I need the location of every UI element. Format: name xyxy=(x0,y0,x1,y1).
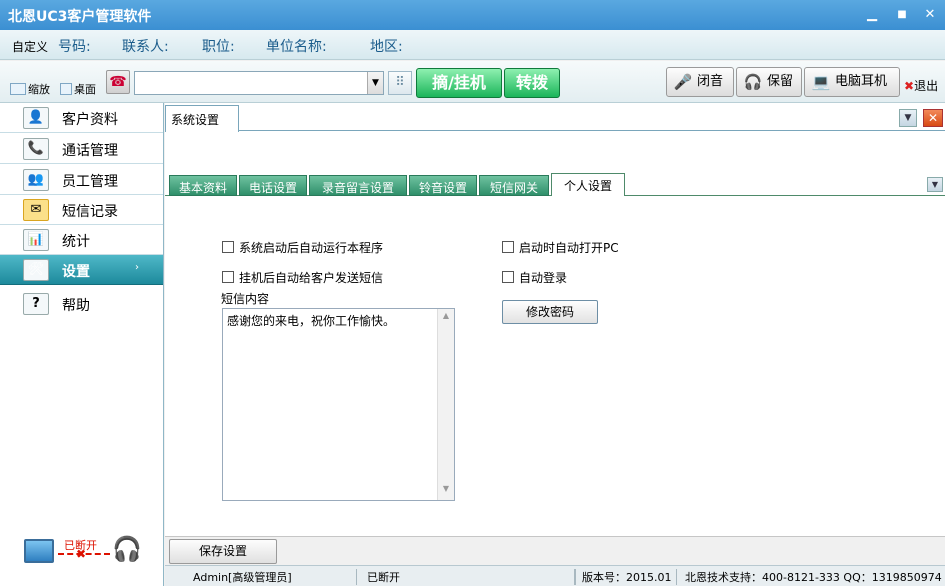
computer-icon xyxy=(24,539,54,563)
status-user: Admin[高级管理员] xyxy=(187,569,357,585)
sidebar-item-label: 短信记录 xyxy=(62,204,118,220)
sidebar-item-label: 客户资料 xyxy=(62,112,118,128)
sidebar-item-settings[interactable]: 🛠 设置 › xyxy=(0,255,163,285)
sms-content-label: 短信内容 xyxy=(221,292,270,306)
hold-button[interactable]: 🎧 保留 xyxy=(736,67,802,97)
sidebar-item-customers[interactable]: 👤 客户资料 xyxy=(0,103,163,133)
headphone-icon: 🎧 xyxy=(743,73,763,91)
phone-icon[interactable]: ☎ xyxy=(106,70,130,94)
desktop-icon xyxy=(60,83,72,95)
settings-tools-icon: 🛠 xyxy=(23,259,49,281)
tab-system-settings[interactable]: 系统设置 xyxy=(165,105,239,132)
tab-recording-settings[interactable]: 录音留言设置 xyxy=(309,175,407,196)
sidebar-item-label: 员工管理 xyxy=(62,174,118,190)
status-support: 北恩技术支持：400-8121-333 QQ：1319850974 xyxy=(685,571,942,584)
tabs-dropdown-icon[interactable]: ▼ xyxy=(927,177,943,192)
headset-icon: 🎧 xyxy=(112,535,142,563)
app-title: 北恩UC3客户管理软件 xyxy=(8,9,152,25)
bar-chart-icon: 📊 xyxy=(23,229,49,251)
scroll-up-icon[interactable]: ▲ xyxy=(439,311,453,325)
tab-phone-settings[interactable]: 电话设置 xyxy=(239,175,307,196)
auto-run-label: 系统启动后自动运行本程序 xyxy=(239,241,384,255)
sms-scrollbar[interactable]: ▲ ▼ xyxy=(437,309,454,500)
auto-login-checkbox[interactable] xyxy=(502,271,514,283)
auto-open-pc-checkbox[interactable] xyxy=(502,241,514,253)
caller-info-bar: 自定义 号码: 联系人: 职位: 单位名称: 地区: xyxy=(0,30,945,60)
save-settings-button[interactable]: 保存设置 xyxy=(169,539,277,564)
status-connection: 已断开 xyxy=(361,569,575,585)
sidebar: 👤 客户资料 📞 通话管理 👥 员工管理 ✉ 短信记录 📊 统计 🛠 设置 › … xyxy=(0,103,164,586)
desktop-toggle[interactable]: 桌面 xyxy=(60,81,96,97)
auto-login-label: 自动登录 xyxy=(519,271,568,285)
exit-button[interactable]: ✖退出 xyxy=(904,77,938,94)
zoom-label: 缩放 xyxy=(28,83,50,96)
change-password-button[interactable]: 修改密码 xyxy=(502,300,598,324)
sms-content-textarea[interactable]: 感谢您的来电，祝你工作愉快。 ▲ ▼ xyxy=(222,308,455,501)
transfer-button[interactable]: 转拨 xyxy=(504,68,560,98)
field-contact-label: 联系人: xyxy=(122,39,169,55)
scroll-down-icon[interactable]: ▼ xyxy=(439,484,453,498)
toolbar: 缩放 桌面 ☎ ▼ ⠿ 摘/挂机 转拨 🎤 闭音 🎧 保留 💻 电脑耳机 ✖退出 xyxy=(0,61,945,103)
sidebar-item-label: 通话管理 xyxy=(62,143,118,159)
settings-tabs: 基本资料 电话设置 录音留言设置 铃音设置 短信网关 个人设置 ▼ xyxy=(165,173,945,196)
bottom-action-bar: 保存设置 xyxy=(165,536,945,564)
sidebar-item-help[interactable]: ? 帮助 xyxy=(0,287,163,321)
chevron-right-icon: › xyxy=(135,262,139,273)
auto-sms-checkbox[interactable] xyxy=(222,271,234,283)
mute-label: 闭音 xyxy=(697,74,724,89)
disconnected-x-icon: ✖ xyxy=(76,547,87,561)
tab-sms-gateway[interactable]: 短信网关 xyxy=(479,175,549,196)
mute-button[interactable]: 🎤 闭音 xyxy=(666,67,734,97)
sidebar-item-label: 统计 xyxy=(62,234,90,250)
envelope-icon: ✉ xyxy=(23,199,49,221)
computer-headset-icon: 💻 xyxy=(811,73,831,91)
field-number-label: 号码: xyxy=(58,39,91,55)
pickup-hangup-button[interactable]: 摘/挂机 xyxy=(416,68,502,98)
panel-close-button[interactable]: ✕ xyxy=(923,109,943,127)
tab-personal-settings[interactable]: 个人设置 xyxy=(551,173,625,196)
customer-card-icon: 👤 xyxy=(23,107,49,129)
call-log-icon: 📞 xyxy=(23,138,49,160)
exit-label: 退出 xyxy=(914,79,939,93)
microphone-icon: 🎤 xyxy=(673,73,693,91)
field-region-label: 地区: xyxy=(370,39,403,55)
custom-label[interactable]: 自定义 xyxy=(12,38,48,55)
zoom-icon xyxy=(10,83,26,95)
pc-headset-label: 电脑耳机 xyxy=(835,74,888,89)
dialpad-icon[interactable]: ⠿ xyxy=(388,71,412,95)
desktop-label: 桌面 xyxy=(74,83,96,96)
chevron-down-icon[interactable]: ▼ xyxy=(367,72,383,94)
phone-number-combo[interactable]: ▼ xyxy=(134,71,384,95)
maximize-button[interactable]: ■ xyxy=(892,6,912,24)
sidebar-item-sms[interactable]: ✉ 短信记录 xyxy=(0,195,163,225)
status-version: 版本号：2015.01 xyxy=(575,569,677,585)
field-position-label: 职位: xyxy=(202,39,235,55)
panel-menu-button[interactable]: ▼ xyxy=(899,109,917,127)
field-company-label: 单位名称: xyxy=(266,39,327,55)
exit-icon: ✖ xyxy=(904,79,915,93)
auto-sms-label: 挂机后自动给客户发送短信 xyxy=(239,271,384,285)
main-panel: 系统设置 ▼ ✕ 基本资料 电话设置 录音留言设置 铃音设置 短信网关 个人设置… xyxy=(165,103,945,564)
help-icon: ? xyxy=(23,293,49,315)
sidebar-item-calls[interactable]: 📞 通话管理 xyxy=(0,134,163,164)
sidebar-item-label: 设置 xyxy=(62,264,90,280)
sidebar-item-staff[interactable]: 👥 员工管理 xyxy=(0,165,163,195)
document-tab-bar: 系统设置 ▼ ✕ xyxy=(165,103,945,132)
auto-open-pc-label: 启动时自动打开PC xyxy=(519,241,619,255)
staff-icon: 👥 xyxy=(23,169,49,191)
sidebar-item-stats[interactable]: 📊 统计 xyxy=(0,225,163,255)
tab-ringtone-settings[interactable]: 铃音设置 xyxy=(409,175,477,196)
title-bar: 北恩UC3客户管理软件 ▁ ■ ✕ xyxy=(0,0,945,30)
close-window-button[interactable]: ✕ xyxy=(920,6,940,24)
zoom-toggle[interactable]: 缩放 xyxy=(10,81,50,97)
minimize-button[interactable]: ▁ xyxy=(862,6,882,24)
hold-label: 保留 xyxy=(767,74,794,89)
connection-status: 已断开 ✖ 🎧 xyxy=(24,533,142,569)
pc-headset-button[interactable]: 💻 电脑耳机 xyxy=(804,67,900,97)
auto-run-checkbox[interactable] xyxy=(222,241,234,253)
sms-content-text: 感谢您的来电，祝你工作愉快。 xyxy=(227,314,396,328)
status-bar: Admin[高级管理员] 已断开 版本号：2015.01 北恩技术支持：400-… xyxy=(165,565,945,586)
tab-basic-info[interactable]: 基本资料 xyxy=(169,175,237,196)
sidebar-item-label: 帮助 xyxy=(62,298,90,314)
